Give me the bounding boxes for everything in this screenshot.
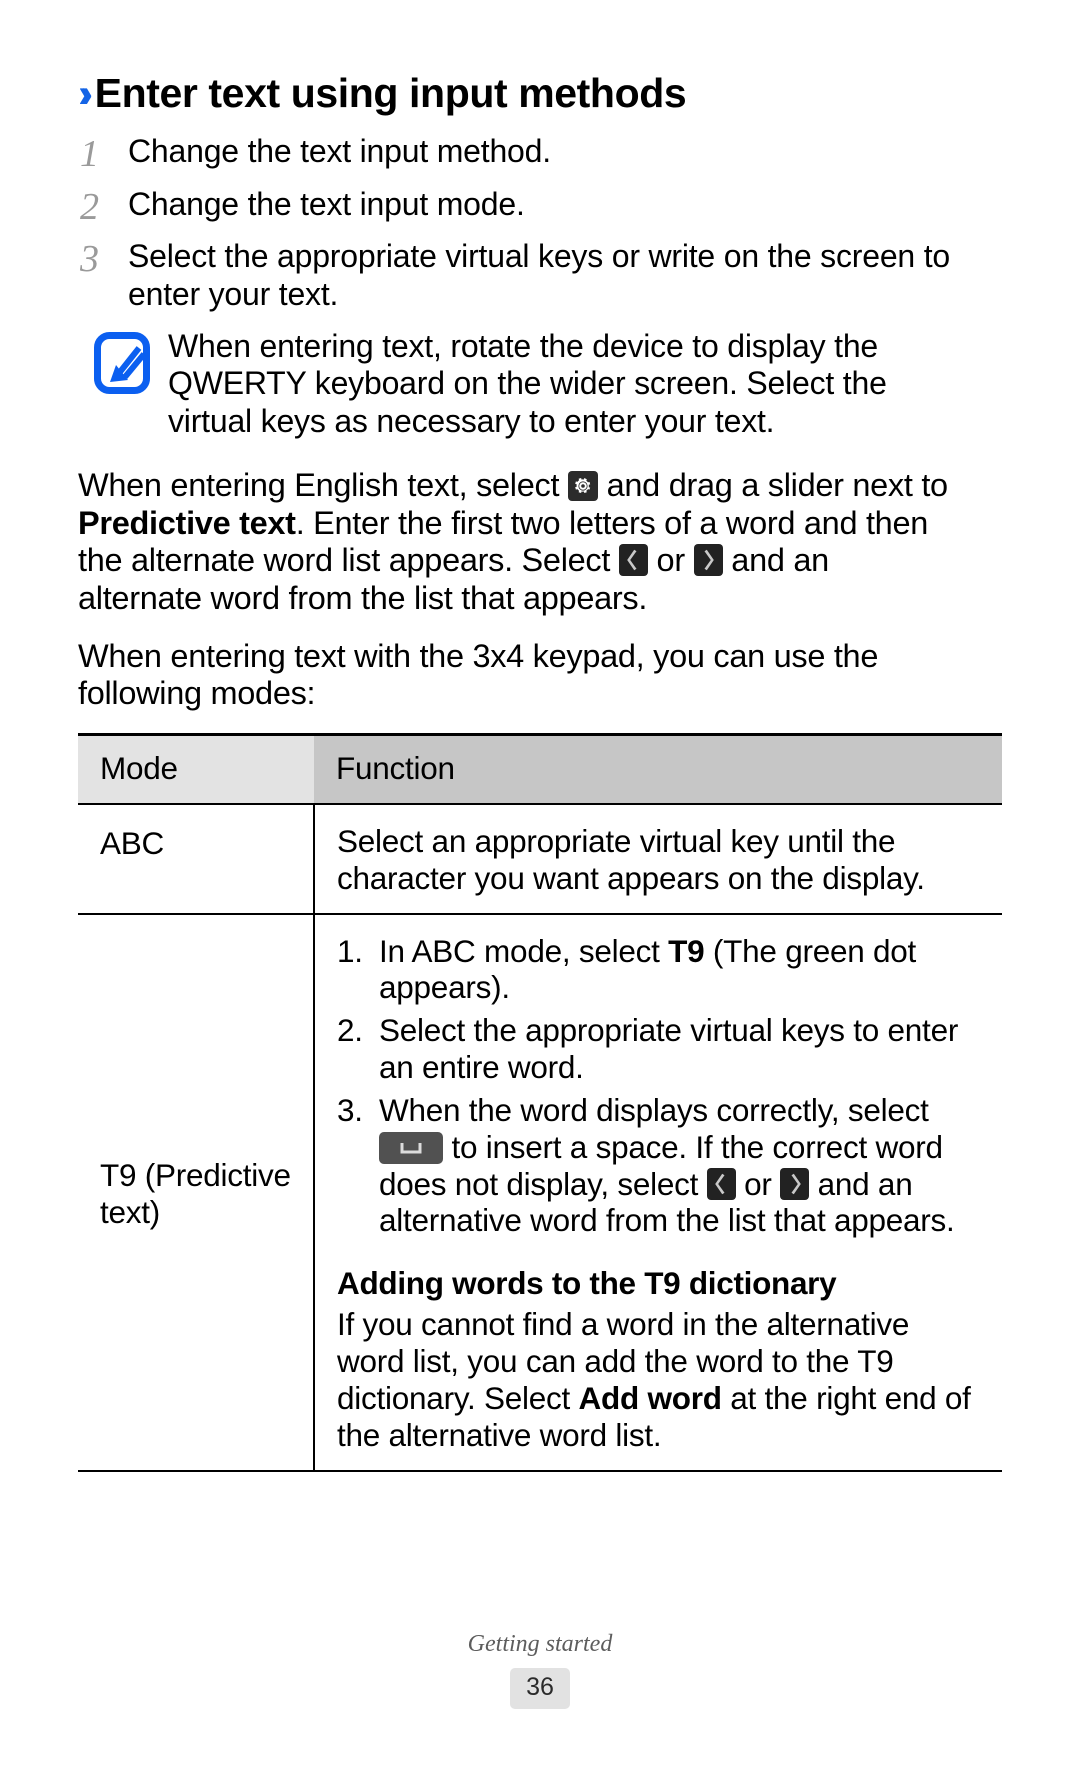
space-key-icon: [379, 1131, 443, 1164]
step-number: 1: [80, 133, 99, 176]
note-callout: When entering text, rotate the device to…: [94, 328, 1002, 441]
page-footer: Getting started 36: [0, 1631, 1080, 1709]
cell-mode-abc: ABC: [78, 803, 315, 914]
table-header-row: Mode Function: [78, 734, 1002, 804]
step-number: 3: [80, 238, 99, 281]
list-number: 3.: [337, 1091, 363, 1128]
heading-text: Enter text using input methods: [94, 70, 687, 116]
note-pen-icon: [94, 331, 150, 394]
list-text: When the word displays correctly, select…: [379, 1092, 984, 1239]
list-item: 3. When the word displays correctly, sel…: [337, 1092, 984, 1239]
list-item: 1 Change the text input method.: [78, 133, 1002, 176]
note-text: When entering text, rotate the device to…: [168, 327, 887, 440]
para-bold-predictive-text: Predictive text: [78, 504, 296, 541]
para-text-2: and drag a slider next to: [597, 466, 949, 503]
cell-mode-t9: T9 (Predictive text): [78, 913, 315, 1471]
arrow-left-icon: [618, 544, 648, 577]
list-number: 2.: [337, 1012, 363, 1049]
arrow-left-icon: [706, 1167, 736, 1200]
column-header-function: Function: [314, 734, 1002, 804]
list-item: 2. Select the appropriate virtual keys t…: [337, 1012, 984, 1086]
paragraph-keypad-intro: When entering text with the 3x4 keypad, …: [78, 637, 879, 712]
table-body: ABC Select an appropriate virtual key un…: [78, 803, 1002, 1471]
t9-dictionary-text: If you cannot find a word in the alterna…: [337, 1306, 984, 1453]
cell-function-t9: 1. In ABC mode, select T9 (The green dot…: [314, 914, 1002, 1471]
column-header-mode: Mode: [78, 734, 314, 804]
list-item: 1. In ABC mode, select T9 (The green dot…: [337, 933, 984, 1007]
step-text: Select the appropriate virtual keys or w…: [128, 238, 951, 312]
footer-section-title: Getting started: [467, 1631, 613, 1657]
t9-step1-text-1: In ABC mode, select: [379, 932, 669, 969]
manual-page: ›› Enter text using input methods 1 Chan…: [0, 0, 1080, 1771]
list-text: In ABC mode, select T9 (The green dot ap…: [379, 933, 984, 1007]
table-row: ABC Select an appropriate virtual key un…: [78, 803, 1002, 914]
step-text: Change the text input method.: [128, 133, 551, 170]
t9-dict-bold-add-word: Add word: [578, 1379, 722, 1416]
t9-bold-label: T9: [668, 932, 705, 969]
page-title: ›› Enter text using input methods: [78, 70, 1002, 116]
modes-table: Mode Function ABC Select an appropriate …: [78, 733, 1002, 1472]
para-text-4: or: [647, 542, 694, 579]
paragraph-english-text: When entering English text, select and d…: [78, 467, 958, 618]
list-item: 2 Change the text input mode.: [78, 186, 1002, 229]
t9-steps-list: 1. In ABC mode, select T9 (The green dot…: [337, 933, 984, 1240]
table-header: Mode Function: [78, 734, 1002, 804]
arrow-right-icon: [693, 544, 723, 577]
para-text-1: When entering English text, select: [78, 466, 568, 503]
t9-step3-text-3: or: [735, 1165, 781, 1202]
list-number: 1.: [337, 932, 363, 969]
t9-dictionary-subheading: Adding words to the T9 dictionary: [337, 1265, 837, 1302]
t9-step3-text-1: When the word displays correctly, select: [379, 1091, 929, 1128]
step-text: Change the text input mode.: [128, 185, 525, 222]
page-number-badge: 36: [510, 1668, 570, 1709]
step-number: 2: [80, 185, 99, 228]
arrow-right-icon: [780, 1167, 810, 1200]
cell-function-abc: Select an appropriate virtual key until …: [337, 822, 925, 896]
double-chevron-icon: ››: [78, 72, 92, 116]
list-item: 3 Select the appropriate virtual keys or…: [78, 238, 1002, 314]
settings-gear-icon: [567, 470, 598, 501]
table-row: T9 (Predictive text) 1. In ABC mode, sel…: [78, 913, 1002, 1471]
instruction-steps: 1 Change the text input method. 2 Change…: [78, 133, 1002, 314]
list-text: Select the appropriate virtual keys to e…: [379, 1012, 959, 1086]
